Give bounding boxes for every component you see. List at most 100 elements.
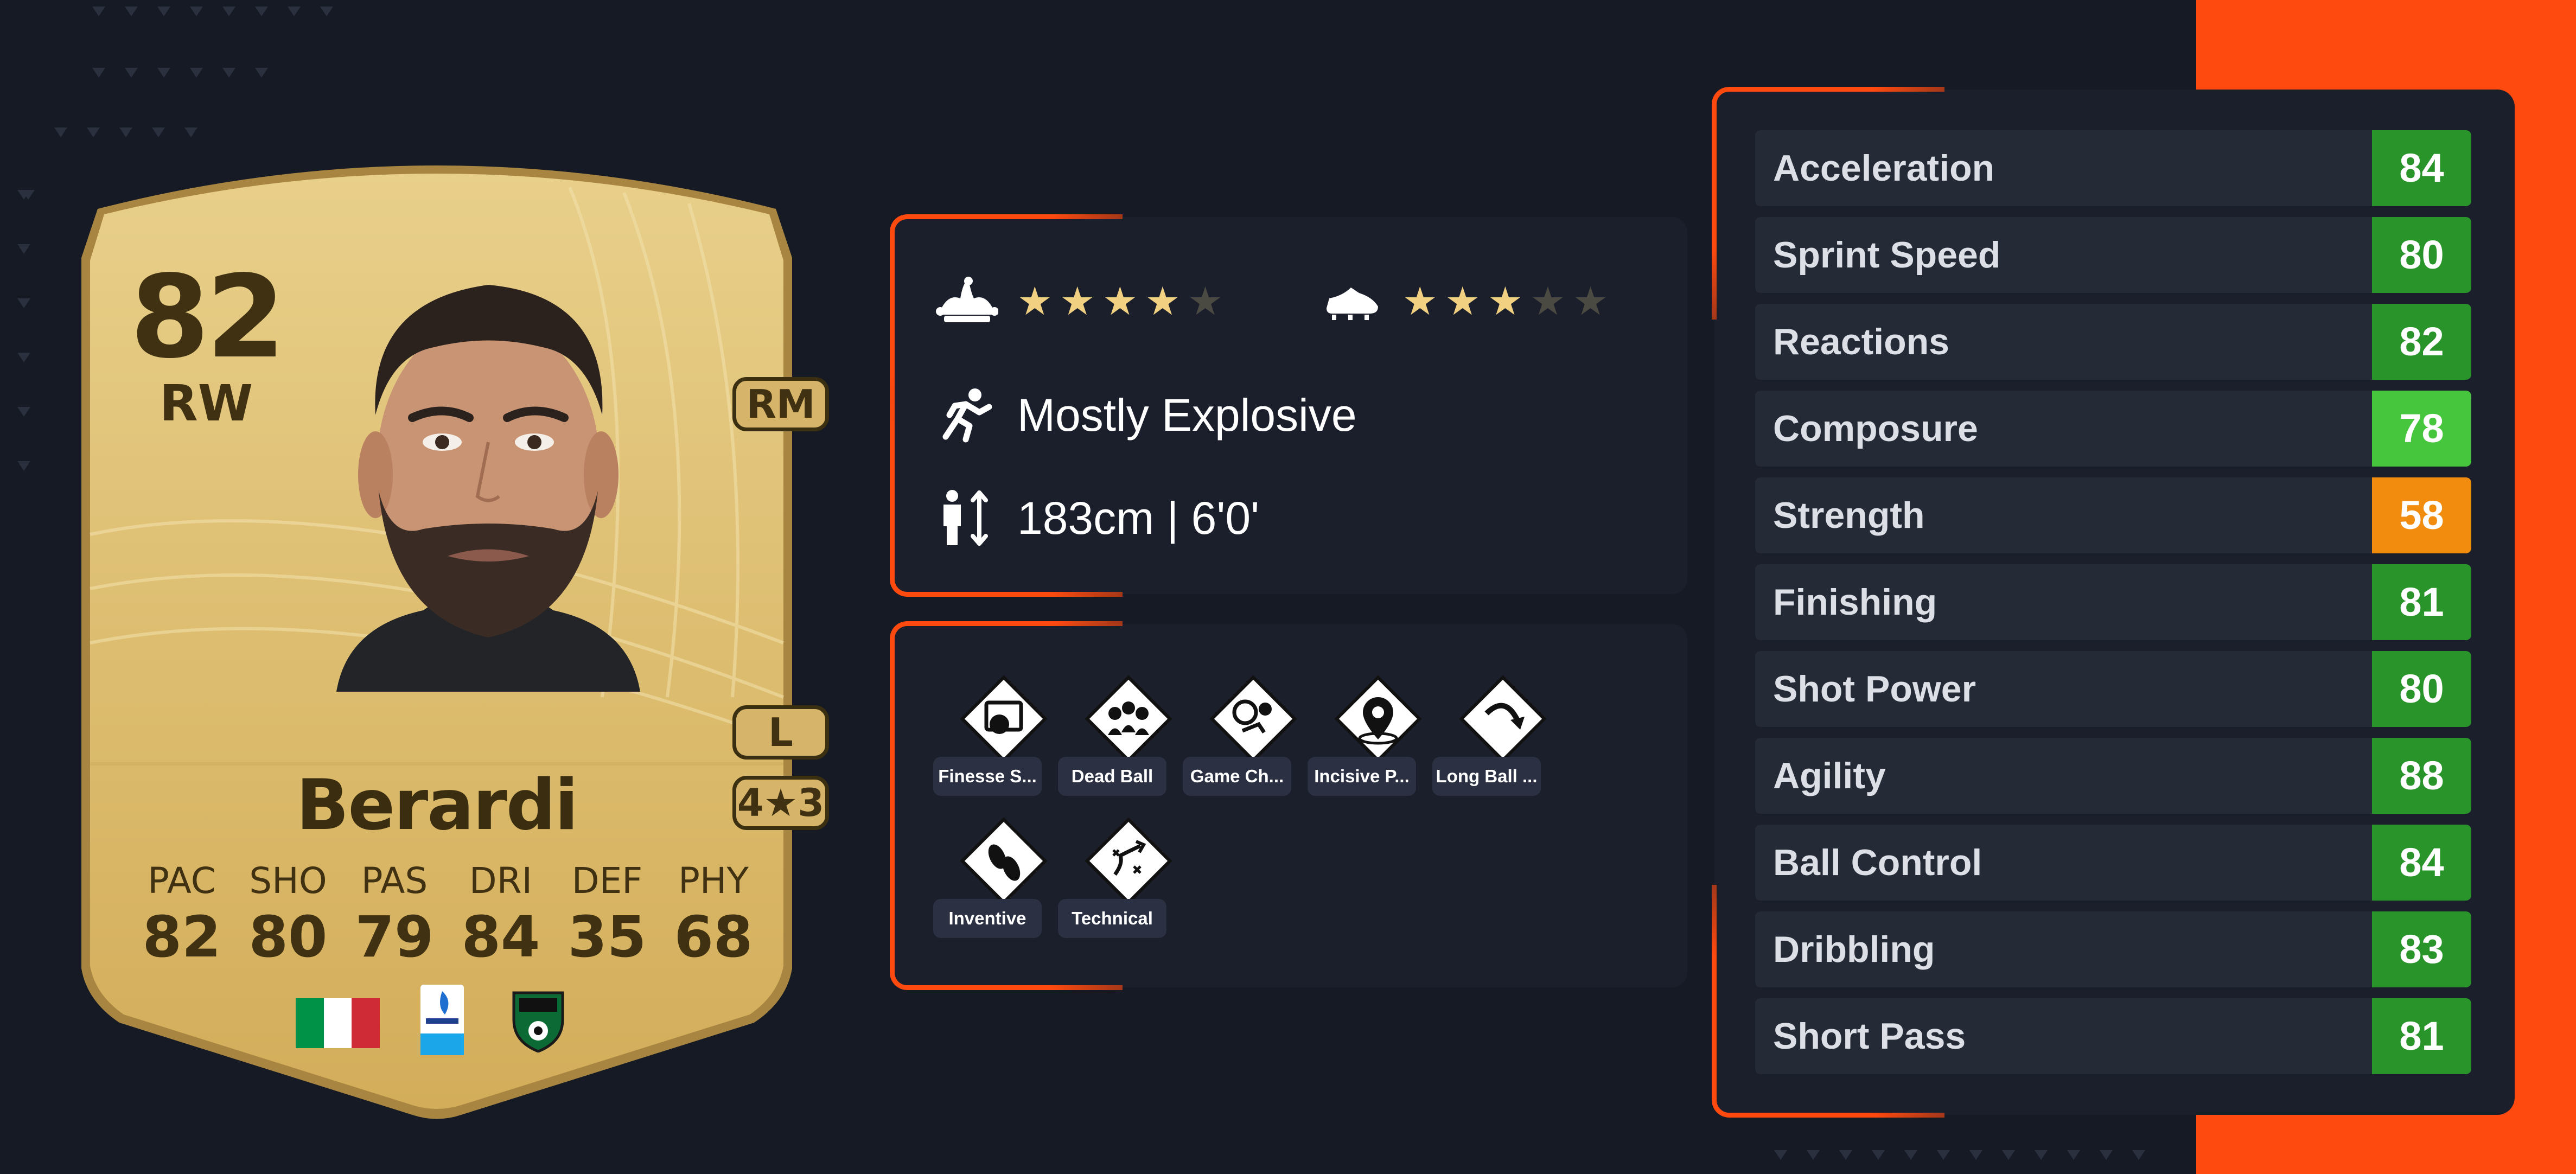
flag-stripe-red <box>352 998 380 1048</box>
attribute-row-agility: Agility 88 <box>1755 738 2471 814</box>
attributes-list: Acceleration 84 Sprint Speed 80 Reaction… <box>1755 130 2471 1085</box>
player-card[interactable]: 82 RW RM L 4★3 Berardi PAC 82 SHO 80 PAS <box>81 155 829 1126</box>
attribute-name: Sprint Speed <box>1773 234 2001 276</box>
preferred-foot-badge: L <box>732 705 829 760</box>
jester-hat-icon <box>936 277 998 322</box>
incisive-pass-icon <box>1334 675 1422 763</box>
playstyle-dead-ball[interactable]: Dead Ball <box>1058 670 1172 806</box>
alternate-position-badge: RM <box>732 377 829 431</box>
skill-moves-rating: ★ ★ ★ ★ ★ <box>936 277 1223 326</box>
attribute-value: 84 <box>2372 825 2471 901</box>
playstyle-label: Inventive <box>933 899 1042 938</box>
attribute-name: Ball Control <box>1773 842 1982 883</box>
attribute-name: Strength <box>1773 495 1925 536</box>
stat-dri: DRI 84 <box>452 860 550 970</box>
face-stats: PAC 82 SHO 80 PAS 79 DRI 84 DEF 35 PHY 6… <box>133 860 762 970</box>
playstyle-technical[interactable]: Technical <box>1058 812 1172 948</box>
game-changer-icon <box>1209 675 1297 763</box>
stat-value: 82 <box>142 904 221 970</box>
attribute-value: 81 <box>2372 998 2471 1074</box>
attribute-name: Agility <box>1773 755 1886 796</box>
height-row: 183cm | 6'0' <box>936 488 1259 548</box>
stat-value: 79 <box>355 904 434 970</box>
long-ball-pass-icon <box>1459 675 1547 763</box>
italy-flag-icon <box>296 998 380 1048</box>
attribute-name: Shot Power <box>1773 668 1976 710</box>
star-filled-icon: ★ <box>1102 278 1138 324</box>
attribute-value: 80 <box>2372 217 2471 293</box>
primary-position: RW <box>159 374 253 432</box>
attribute-value: 88 <box>2372 738 2471 814</box>
attribute-name: Dribbling <box>1773 929 1935 970</box>
playstyle-label: Incisive P... <box>1308 757 1416 796</box>
playstyle-game-changer[interactable]: Game Ch... <box>1183 670 1297 806</box>
technical-icon <box>1085 817 1172 905</box>
attribute-value: 81 <box>2372 564 2471 640</box>
stat-phy: PHY 68 <box>665 860 762 970</box>
attribute-row-sprint-speed: Sprint Speed 80 <box>1755 217 2471 293</box>
playstyle-incisive-pass[interactable]: Incisive P... <box>1308 670 1422 806</box>
stat-label: PHY <box>678 860 749 902</box>
height-icon <box>943 490 988 546</box>
attribute-row-strength: Strength 58 <box>1755 477 2471 553</box>
dead-ball-icon <box>1085 675 1172 763</box>
weak-foot-rating: ★ ★ ★ ★ ★ <box>1321 277 1608 326</box>
attributes-panel: Acceleration 84 Sprint Speed 80 Reaction… <box>1712 87 2515 1118</box>
star-filled-icon: ★ <box>1145 278 1181 324</box>
accelerate-type-text: Mostly Explosive <box>1017 389 1357 441</box>
stat-label: DRI <box>469 860 533 902</box>
playstyle-label: Technical <box>1058 899 1166 938</box>
inventive-icon <box>960 817 1048 905</box>
attribute-row-acceleration: Acceleration 84 <box>1755 130 2471 206</box>
playstyle-label: Game Ch... <box>1183 757 1291 796</box>
attribute-name: Composure <box>1773 408 1978 449</box>
traits-panel: ★ ★ ★ ★ ★ ★ ★ ★ ★ ★ Mostly Explosive 183… <box>890 214 1687 597</box>
playstyles-panel: Finesse S... Dead Ball Game Ch... Incisi… <box>890 621 1687 990</box>
attribute-name: Finishing <box>1773 582 1937 623</box>
attribute-name: Short Pass <box>1773 1016 1966 1057</box>
attribute-name: Reactions <box>1773 321 1949 362</box>
sassuolo-crest-icon <box>512 991 564 1052</box>
star-filled-icon: ★ <box>1445 278 1481 324</box>
attribute-row-reactions: Reactions 82 <box>1755 304 2471 380</box>
attribute-row-dribbling: Dribbling 83 <box>1755 911 2471 987</box>
playstyle-label: Long Ball ... <box>1432 757 1541 796</box>
attribute-value: 82 <box>2372 304 2471 380</box>
star-empty-icon: ★ <box>1573 278 1608 324</box>
attribute-row-composure: Composure 78 <box>1755 391 2471 467</box>
playstyle-label: Dead Ball <box>1058 757 1166 796</box>
stat-sho: SHO 80 <box>239 860 337 970</box>
attribute-value: 80 <box>2372 651 2471 727</box>
star-filled-icon: ★ <box>1488 278 1523 324</box>
stat-label: PAC <box>148 860 216 902</box>
stat-value: 84 <box>461 904 540 970</box>
star-filled-icon: ★ <box>1017 278 1053 324</box>
stat-label: SHO <box>249 860 327 902</box>
serie-a-logo-icon <box>420 985 464 1055</box>
overall-rating: 82 <box>130 251 285 384</box>
attribute-row-short-pass: Short Pass 81 <box>1755 998 2471 1074</box>
star-empty-icon: ★ <box>1530 278 1566 324</box>
star-filled-icon: ★ <box>1060 278 1095 324</box>
playstyle-long-ball-pass[interactable]: Long Ball ... <box>1432 670 1547 806</box>
attribute-row-shot-power: Shot Power 80 <box>1755 651 2471 727</box>
height-text: 183cm | 6'0' <box>1017 492 1260 544</box>
boot-icon <box>1327 288 1378 320</box>
stat-value: 80 <box>248 904 328 970</box>
attribute-row-finishing: Finishing 81 <box>1755 564 2471 640</box>
player-name: Berardi <box>296 765 579 846</box>
attribute-value: 84 <box>2372 130 2471 206</box>
stat-value: 35 <box>568 904 647 970</box>
stat-pac: PAC 82 <box>133 860 231 970</box>
weak-foot-stars: ★ ★ ★ ★ ★ <box>1402 282 1608 321</box>
finesse-shot-icon <box>960 675 1048 763</box>
attribute-name: Acceleration <box>1773 148 1995 189</box>
stat-value: 68 <box>674 904 753 970</box>
playstyle-finesse-shot[interactable]: Finesse S... <box>933 670 1048 806</box>
playstyle-label: Finesse S... <box>933 757 1042 796</box>
stat-def: DEF 35 <box>558 860 656 970</box>
stat-pas: PAS 79 <box>346 860 443 970</box>
playstyle-inventive[interactable]: Inventive <box>933 812 1048 948</box>
attribute-value: 78 <box>2372 391 2471 467</box>
accelerate-type-row: Mostly Explosive <box>936 385 1357 445</box>
